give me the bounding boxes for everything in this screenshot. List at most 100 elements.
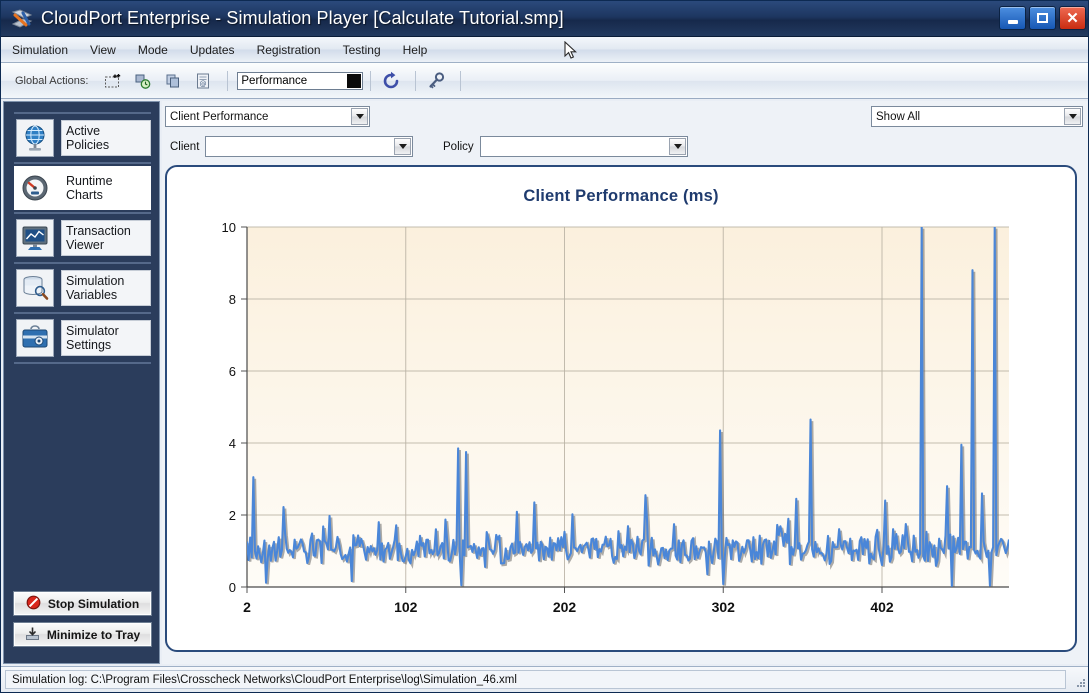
menu-bar: Simulation View Mode Updates Registratio… (1, 37, 1088, 63)
chevron-down-icon[interactable] (669, 138, 686, 155)
svg-text:202: 202 (553, 599, 577, 615)
toolbar-separator-3 (415, 70, 417, 91)
nav-divider-3 (14, 262, 151, 264)
main-content: Active Policies Runtime Charts Transacti… (1, 99, 1088, 666)
nav-divider-2 (14, 212, 151, 214)
svg-text:10: 10 (222, 220, 236, 235)
svg-text:0: 0 (229, 580, 236, 595)
status-message-container: Simulation log: C:\Program Files\Crossch… (5, 670, 1066, 689)
application-window: CloudPort Enterprise - Simulation Player… (0, 0, 1089, 693)
toolbar-separator-4 (460, 70, 462, 91)
chart-type-combo[interactable]: Client Performance (165, 106, 370, 127)
sidebar-nav: Active Policies Runtime Charts Transacti… (14, 112, 151, 366)
sidebar: Active Policies Runtime Charts Transacti… (3, 101, 160, 664)
timed-simulation-icon[interactable] (130, 68, 156, 94)
chart-title: Client Performance (ms) (523, 187, 719, 205)
sidebar-item-label-simulator-settings: Simulator Settings (61, 320, 151, 356)
refresh-icon[interactable] (378, 68, 404, 94)
maximize-button[interactable] (1029, 6, 1056, 30)
key-settings-icon[interactable] (423, 68, 449, 94)
minimize-button[interactable] (999, 6, 1026, 30)
sidebar-item-label-runtime-charts: Runtime Charts (61, 170, 151, 206)
toolbox-gear-icon (16, 319, 54, 357)
svg-text:2: 2 (229, 508, 236, 523)
copy-simulation-icon[interactable] (160, 68, 186, 94)
svg-text:2: 2 (243, 599, 251, 615)
nav-divider-bottom (14, 362, 151, 364)
performance-field[interactable] (237, 71, 364, 90)
sidebar-item-label-simulation-variables: Simulation Variables (61, 270, 151, 306)
monitor-chart-icon (16, 219, 54, 257)
stop-simulation-label: Stop Simulation (47, 596, 140, 611)
sidebar-action-buttons: Stop Simulation Minimize to Tray (13, 591, 152, 653)
chart-type-select[interactable]: Client Performance (165, 106, 370, 127)
sidebar-item-active-policies[interactable]: Active Policies (14, 116, 151, 160)
chart-selector-row: Client Performance Show All (162, 101, 1088, 133)
performance-field-swatch (347, 73, 362, 88)
svg-text:6: 6 (229, 364, 236, 379)
chart-panel: Client Performance (ms) 0 2 4 6 8 10 2 102 202 30… (165, 165, 1077, 652)
chevron-down-icon[interactable] (394, 138, 411, 155)
menu-item-simulation[interactable]: Simulation (1, 39, 79, 61)
stop-simulation-button[interactable]: Stop Simulation (13, 591, 152, 616)
menu-item-help[interactable]: Help (392, 39, 439, 61)
svg-text:102: 102 (394, 599, 418, 615)
filter-row: Client Policy (162, 133, 1088, 166)
sidebar-item-runtime-charts[interactable]: Runtime Charts (14, 166, 151, 210)
database-search-icon (16, 269, 54, 307)
close-button[interactable]: ✕ (1059, 6, 1086, 30)
minimize-to-tray-button[interactable]: Minimize to Tray (13, 622, 152, 647)
title-bar: CloudPort Enterprise - Simulation Player… (1, 1, 1088, 37)
sidebar-item-simulator-settings[interactable]: Simulator Settings (14, 316, 151, 360)
svg-text:402: 402 (870, 599, 894, 615)
toolbar-separator-1 (227, 70, 229, 91)
toolbar-separator-2 (370, 70, 372, 91)
stop-sign-icon (26, 595, 41, 613)
nav-divider-4 (14, 312, 151, 314)
resize-grip-icon[interactable] (1070, 672, 1086, 688)
scope-combo[interactable]: Show All (871, 106, 1083, 127)
sidebar-item-label-active-policies: Active Policies (61, 120, 151, 156)
email-report-icon[interactable]: @ (190, 68, 216, 94)
menu-item-view[interactable]: View (79, 39, 127, 61)
policy-combo[interactable] (480, 136, 688, 157)
right-pane: Client Performance Show All Client Polic… (162, 101, 1088, 664)
menu-item-testing[interactable]: Testing (332, 39, 392, 61)
chart-plot-area[interactable]: 0 2 4 6 8 10 2 102 202 302 402 (167, 219, 1075, 649)
nav-divider-1 (14, 162, 151, 164)
svg-text:8: 8 (229, 292, 236, 307)
cloudport-logo-icon (9, 6, 35, 32)
client-combo[interactable] (205, 136, 413, 157)
sidebar-item-simulation-variables[interactable]: Simulation Variables (14, 266, 151, 310)
svg-text:4: 4 (229, 436, 236, 451)
window-title: CloudPort Enterprise - Simulation Player… (41, 8, 564, 28)
global-actions-label: Global Actions: (15, 74, 89, 87)
chevron-down-icon[interactable] (1064, 108, 1081, 125)
sidebar-item-transaction-viewer[interactable]: Transaction Viewer (14, 216, 151, 260)
chevron-down-icon[interactable] (351, 108, 368, 125)
scope-value: Show All (876, 110, 921, 123)
status-bar: Simulation log: C:\Program Files\Crossch… (1, 666, 1088, 692)
simulation-log-path: Simulation log: C:\Program Files\Crossch… (12, 673, 517, 686)
global-actions-toolbar: Global Actions: @ Performance (1, 63, 1088, 99)
client-label: Client (170, 141, 200, 153)
sidebar-item-label-transaction-viewer: Transaction Viewer (61, 220, 151, 256)
policy-select[interactable] (480, 136, 688, 157)
gauge-icon (16, 169, 54, 207)
window-controls: ✕ (999, 6, 1086, 30)
minimize-to-tray-label: Minimize to Tray (46, 627, 141, 642)
close-icon: ✕ (1066, 9, 1079, 27)
performance-input[interactable] (238, 73, 344, 88)
minimize-icon (1007, 19, 1018, 24)
nav-divider-top (14, 112, 151, 114)
tray-arrow-icon (25, 626, 40, 644)
svg-text:@: @ (200, 80, 207, 88)
client-select[interactable] (205, 136, 413, 157)
new-simulation-icon[interactable] (100, 68, 126, 94)
chart-type-value: Client Performance (170, 110, 269, 123)
menu-item-registration[interactable]: Registration (246, 39, 332, 61)
maximize-icon (1037, 13, 1048, 23)
menu-item-mode[interactable]: Mode (127, 39, 179, 61)
menu-item-updates[interactable]: Updates (179, 39, 246, 61)
scope-select[interactable]: Show All (871, 106, 1083, 127)
